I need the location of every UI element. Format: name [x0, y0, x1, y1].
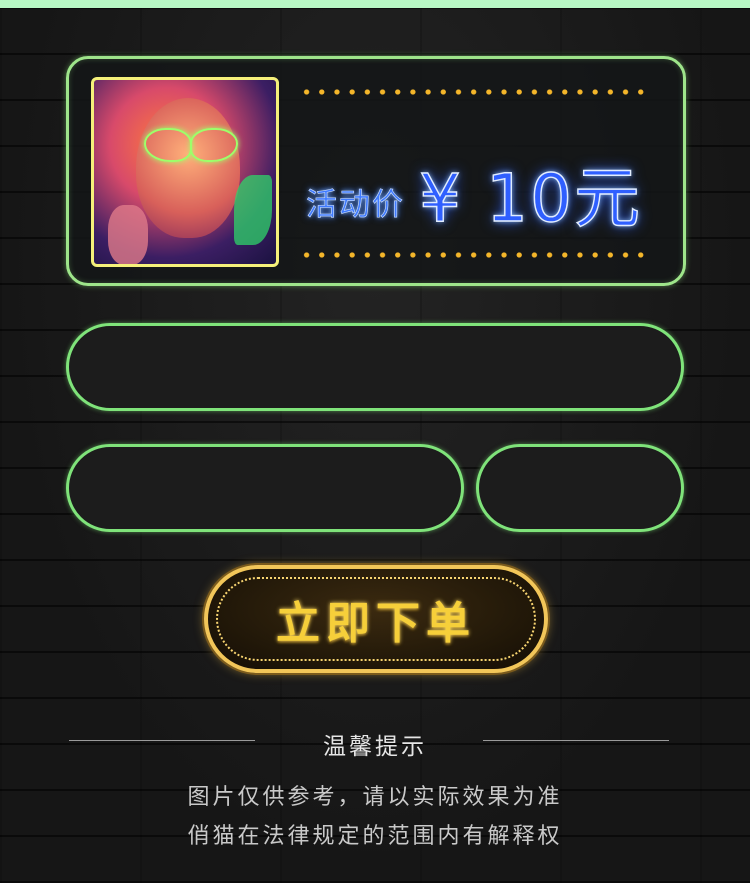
- order-input-full[interactable]: [66, 323, 684, 411]
- price-label: 活动价: [306, 187, 405, 224]
- price-value: ¥ 10元: [418, 159, 642, 237]
- top-strip: [0, 0, 750, 8]
- dotted-divider-bottom: [299, 252, 649, 258]
- order-button-label: 立即下单: [276, 598, 476, 649]
- product-card: 活动价 ¥ 10元: [66, 56, 686, 286]
- dotted-divider-top: [299, 89, 649, 95]
- face-shape: [136, 98, 240, 238]
- tips-line-2: 俏猫在法律规定的范围内有解释权: [187, 824, 563, 849]
- order-now-button[interactable]: 立即下单: [204, 565, 548, 673]
- tips-divider-right: [483, 740, 669, 741]
- tips-title: 温馨提示: [323, 734, 427, 760]
- order-input-right[interactable]: [476, 444, 684, 532]
- product-image: [91, 77, 279, 267]
- hand-shape: [108, 205, 148, 264]
- tips-line-1: 图片仅供参考，请以实际效果为准: [187, 785, 563, 810]
- neon-leaf: [234, 175, 272, 245]
- order-input-left[interactable]: [66, 444, 464, 532]
- neon-butterfly-left: [144, 128, 192, 162]
